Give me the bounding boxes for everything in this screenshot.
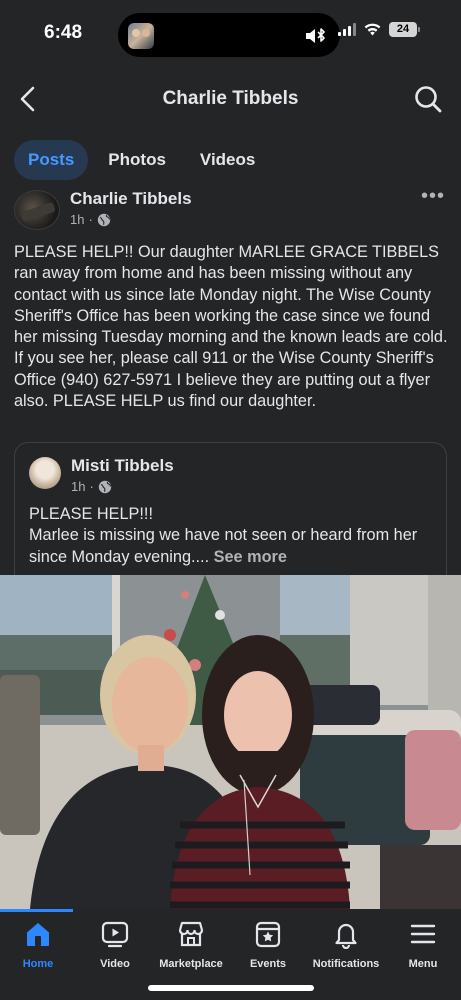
nav-events[interactable]: Events	[230, 919, 306, 981]
nav-notifications[interactable]: Notifications	[306, 919, 386, 981]
shared-author-name[interactable]: Misti Tibbels	[71, 456, 174, 476]
page-title: Charlie Tibbels	[162, 88, 299, 109]
meta-separator: ·	[88, 212, 93, 227]
tab-photos[interactable]: Photos	[94, 140, 180, 180]
status-time: 6:48	[44, 22, 83, 43]
nav-home[interactable]: Home	[0, 919, 76, 981]
photo-illustration	[0, 575, 461, 909]
nav-video[interactable]: Video	[77, 919, 153, 981]
post-header: Charlie Tibbels 1h · •••	[14, 186, 447, 232]
globe-icon	[97, 213, 111, 226]
events-icon	[255, 921, 281, 948]
back-chevron-icon[interactable]	[14, 84, 44, 114]
post-photo[interactable]	[0, 575, 461, 909]
nav-label: Events	[249, 958, 287, 970]
nav-label: Notifications	[312, 958, 380, 970]
home-icon	[27, 923, 49, 946]
search-icon[interactable]	[413, 84, 443, 114]
author-avatar[interactable]	[14, 190, 60, 230]
shared-post-text: PLEASE HELP!!! Marlee is missing we have…	[29, 504, 439, 568]
nav-menu[interactable]: Menu	[385, 919, 461, 981]
shared-post-timestamp[interactable]: 1h	[71, 479, 85, 494]
post-meta: 1h ·	[70, 212, 111, 227]
shared-author-avatar[interactable]	[29, 457, 61, 489]
speaker-bluetooth-icon	[306, 28, 325, 43]
globe-icon	[98, 480, 112, 493]
page-header: Charlie Tibbels	[0, 64, 461, 136]
see-more-link[interactable]: See more	[214, 548, 287, 566]
more-options-button[interactable]: •••	[421, 186, 445, 206]
status-bar: 6:48 24	[0, 0, 461, 64]
post-author-name[interactable]: Charlie Tibbels	[70, 189, 192, 209]
tab-videos[interactable]: Videos	[186, 140, 269, 180]
bell-icon	[335, 923, 357, 949]
now-playing-thumbnail	[128, 23, 154, 49]
tab-posts[interactable]: Posts	[14, 140, 89, 180]
shared-post-headline: PLEASE HELP!!!	[29, 505, 153, 523]
profile-tabs: Posts Photos Videos	[14, 140, 269, 180]
home-indicator[interactable]	[148, 985, 314, 991]
nav-label: Home	[22, 958, 54, 970]
dynamic-island[interactable]	[118, 13, 340, 57]
active-tab-indicator	[0, 909, 73, 912]
shared-post-meta: 1h ·	[71, 479, 112, 494]
nav-label: Marketplace	[159, 958, 223, 970]
meta-separator: ·	[89, 479, 94, 494]
nav-marketplace[interactable]: Marketplace	[153, 919, 229, 981]
battery-icon: 24	[389, 22, 420, 37]
video-icon	[101, 921, 129, 948]
post-timestamp[interactable]: 1h	[70, 212, 84, 227]
wifi-icon	[364, 23, 381, 36]
nav-label: Video	[100, 958, 130, 970]
menu-icon	[410, 924, 436, 944]
marketplace-icon	[178, 921, 204, 947]
nav-label: Menu	[408, 958, 438, 970]
post-text: PLEASE HELP!! Our daughter MARLEE GRACE …	[14, 243, 448, 411]
status-indicators: 24	[338, 22, 420, 37]
cellular-signal-icon	[338, 23, 356, 36]
